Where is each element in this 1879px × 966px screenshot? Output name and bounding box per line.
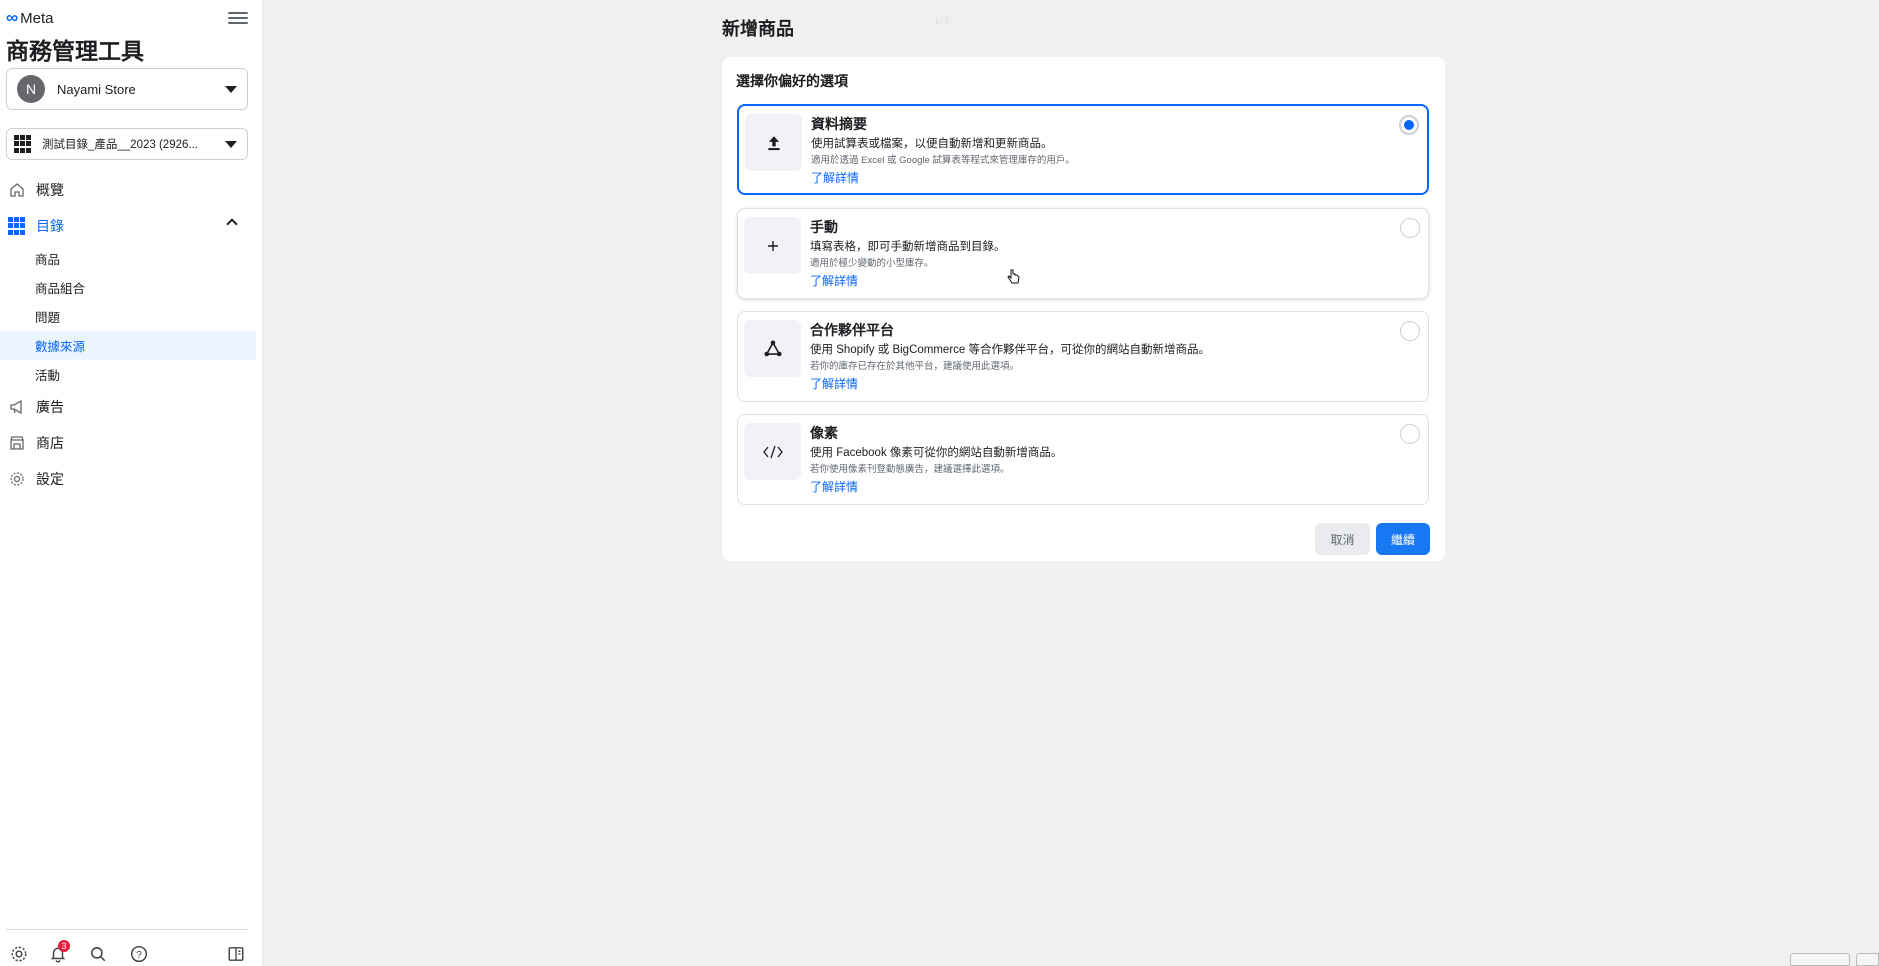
menu-icon[interactable]: [228, 9, 248, 27]
cancel-button[interactable]: 取消: [1315, 523, 1370, 555]
notification-badge: 3: [58, 940, 70, 952]
code-icon: [744, 423, 801, 480]
option-title: 像素: [810, 425, 838, 441]
network-icon: [744, 320, 801, 377]
dropdown-caret-icon: [225, 140, 237, 148]
avatar: N: [17, 75, 45, 103]
option-description: 填寫表格，即可手動新增商品到目錄。: [810, 241, 1006, 253]
corner-widget-icon[interactable]: [1856, 953, 1879, 966]
meta-infinity-icon: ∞: [6, 8, 19, 27]
panel-toggle-icon[interactable]: [226, 944, 246, 964]
option-description: 使用 Shopify 或 BigCommerce 等合作夥伴平台，可從你的網站自…: [810, 344, 1210, 356]
plus-icon: [744, 217, 801, 274]
option-radio[interactable]: [1400, 321, 1420, 341]
shop-icon: [8, 434, 26, 452]
meta-logo[interactable]: ∞ Meta: [6, 8, 53, 28]
option-radio[interactable]: [1400, 424, 1420, 444]
learn-more-link[interactable]: 了解詳情: [810, 478, 858, 495]
sidebar-subitem-products[interactable]: 商品: [0, 244, 256, 273]
sidebar-footer: 3 ?: [6, 929, 248, 966]
business-name: Nayami Store: [57, 81, 136, 97]
option-radio[interactable]: [1400, 218, 1420, 238]
upload-icon: [745, 114, 802, 171]
learn-more-link[interactable]: 了解詳情: [810, 375, 858, 392]
grid-icon: [8, 217, 26, 235]
gear-icon[interactable]: [9, 944, 29, 964]
gear-icon: [8, 470, 26, 488]
corner-widget[interactable]: [1790, 953, 1850, 966]
option-note: 若你的庫存已存在於其他平台，建議使用此選項。: [810, 361, 1020, 372]
sidebar-item-label: 目錄: [36, 218, 64, 234]
card-heading: 選擇你偏好的選項: [736, 73, 848, 89]
sidebar-item-shop[interactable]: 商店: [0, 425, 256, 461]
bell-icon[interactable]: 3: [48, 940, 70, 964]
sidebar-item-label: 商店: [36, 435, 64, 451]
option-title: 資料摘要: [811, 116, 867, 132]
app-title: 商務管理工具: [6, 38, 144, 64]
learn-more-link[interactable]: 了解詳情: [811, 169, 859, 186]
learn-more-link[interactable]: 了解詳情: [810, 272, 858, 289]
business-account-selector[interactable]: N Nayami Store: [6, 68, 248, 110]
grid-icon: [14, 135, 32, 153]
sidebar-subitem-data-sources[interactable]: 數據來源: [0, 331, 256, 360]
sidebar-subitem-product-sets[interactable]: 商品組合: [0, 273, 256, 302]
continue-button[interactable]: 繼續: [1376, 523, 1430, 555]
option-note: 適用於極少變動的小型庫存。: [810, 258, 934, 269]
sidebar-item-label: 設定: [36, 471, 64, 487]
add-products-card: 選擇你偏好的選項 資料摘要 使用試算表或檔案，以便自動新增和更新商品。 適用於透…: [722, 57, 1445, 561]
catalog-selector[interactable]: 測試目錄_產品__2023 (2926...: [6, 128, 248, 160]
option-description: 使用 Facebook 像素可從你的網站自動新增商品。: [810, 447, 1063, 459]
option-pixel[interactable]: 像素 使用 Facebook 像素可從你的網站自動新增商品。 若你使用像素刊登動…: [737, 414, 1429, 505]
sidebar-item-label: 概覽: [36, 182, 64, 198]
sidebar-item-settings[interactable]: 設定: [0, 461, 256, 497]
option-radio[interactable]: [1399, 115, 1419, 135]
search-icon[interactable]: [88, 944, 108, 964]
svg-text:?: ?: [136, 950, 142, 961]
option-manual[interactable]: 手動 填寫表格，即可手動新增商品到目錄。 適用於極少變動的小型庫存。 了解詳情: [737, 208, 1429, 299]
page-title: 新增商品: [722, 19, 794, 39]
hand-cursor-icon: [1007, 268, 1021, 286]
home-icon: [8, 181, 26, 199]
dropdown-caret-icon: [225, 85, 237, 93]
option-data-feed[interactable]: 資料摘要 使用試算表或檔案，以便自動新增和更新商品。 適用於透過 Excel 或…: [737, 104, 1429, 195]
option-partner-platform[interactable]: 合作夥伴平台 使用 Shopify 或 BigCommerce 等合作夥伴平台，…: [737, 311, 1429, 402]
step-indicator: 1/4: [934, 15, 950, 27]
option-title: 合作夥伴平台: [810, 322, 894, 338]
megaphone-icon: [8, 398, 26, 416]
meta-logo-text: Meta: [20, 9, 54, 27]
option-title: 手動: [810, 219, 838, 235]
chevron-up-icon[interactable]: [226, 218, 238, 230]
sidebar-item-catalog[interactable]: 目錄: [0, 208, 256, 244]
sidebar-nav: 概覽 目錄 商品 商品組合 問題 數據來源 活動 廣告 商店 設定: [0, 172, 256, 497]
help-icon[interactable]: ?: [129, 944, 149, 964]
sidebar-subitem-events[interactable]: 活動: [0, 360, 256, 389]
catalog-name: 測試目錄_產品__2023 (2926...: [42, 139, 198, 151]
sidebar-subitem-issues[interactable]: 問題: [0, 302, 256, 331]
option-note: 適用於透過 Excel 或 Google 試算表等程式來管理庫存的用戶。: [811, 155, 1075, 166]
sidebar-item-overview[interactable]: 概覽: [0, 172, 256, 208]
sidebar-item-label: 廣告: [36, 399, 64, 415]
sidebar: ∞ Meta 商務管理工具 N Nayami Store 測試目錄_產品__20…: [0, 0, 263, 966]
option-description: 使用試算表或檔案，以便自動新增和更新商品。: [811, 138, 1053, 150]
option-note: 若你使用像素刊登動態廣告，建議選擇此選項。: [810, 464, 1010, 475]
sidebar-item-ads[interactable]: 廣告: [0, 389, 256, 425]
